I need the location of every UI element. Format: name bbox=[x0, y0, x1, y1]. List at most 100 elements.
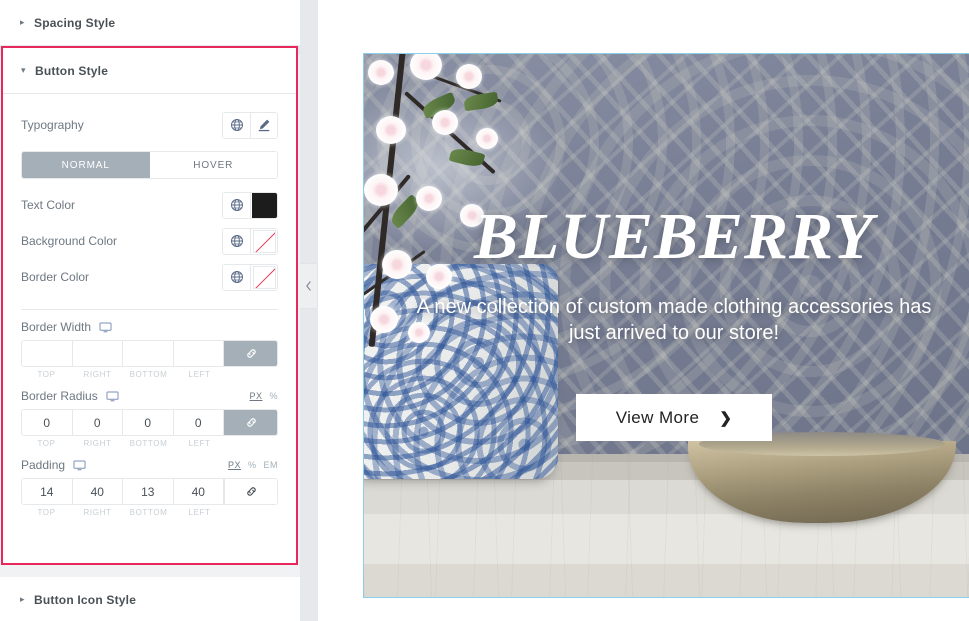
border-radius-top-input[interactable]: 0 bbox=[22, 410, 73, 435]
border-color-globe-button[interactable] bbox=[223, 264, 250, 290]
border-radius-link-button[interactable] bbox=[224, 410, 277, 435]
border-width-right-input[interactable] bbox=[72, 341, 123, 366]
border-width-bottom-input[interactable] bbox=[123, 341, 174, 366]
border-color-swatch-button[interactable] bbox=[250, 264, 277, 290]
link-icon bbox=[246, 418, 256, 427]
typography-buttons bbox=[222, 111, 278, 139]
background-color-swatch-button[interactable] bbox=[250, 228, 277, 254]
monitor-icon[interactable] bbox=[106, 390, 119, 403]
unit-percent[interactable]: % bbox=[269, 391, 278, 401]
tab-hover[interactable]: HOVER bbox=[149, 152, 277, 178]
hero-title: BLUEBERRY bbox=[473, 200, 875, 273]
border-width-inputs bbox=[21, 340, 278, 367]
section-spacing-style: ▸ Spacing Style bbox=[0, 0, 300, 46]
pencil-icon bbox=[258, 119, 270, 132]
empty-color-swatch bbox=[252, 229, 276, 253]
globe-icon bbox=[230, 199, 243, 211]
side-label-left: LEFT bbox=[188, 508, 211, 517]
monitor-icon[interactable] bbox=[99, 321, 112, 334]
chevron-left-icon bbox=[306, 281, 311, 291]
side-label-left: LEFT bbox=[188, 370, 211, 379]
link-icon bbox=[246, 349, 256, 358]
border-radius-inputs: 0 0 0 0 bbox=[21, 409, 278, 436]
padding-link-button[interactable] bbox=[224, 479, 277, 504]
view-more-button-label: View More bbox=[615, 408, 700, 427]
label-border-width-wrap: Border Width bbox=[21, 320, 112, 334]
padding-side-labels: TOP RIGHT BOTTOM LEFT bbox=[21, 508, 278, 517]
side-label-spacer bbox=[225, 508, 278, 517]
tab-normal[interactable]: NORMAL bbox=[22, 152, 150, 178]
background-color-buttons bbox=[222, 227, 278, 255]
chevron-right-icon: ▸ bbox=[20, 594, 25, 604]
state-tabs: NORMAL HOVER bbox=[21, 151, 278, 179]
padding-header: Padding PX % EM bbox=[21, 458, 278, 472]
section-header-button-style[interactable]: ▾ Button Style bbox=[3, 48, 296, 94]
typography-globe-button[interactable] bbox=[223, 112, 250, 138]
section-header-spacing-style[interactable]: ▸ Spacing Style bbox=[0, 0, 300, 45]
chevron-right-icon: ❯ bbox=[719, 410, 733, 427]
unit-percent[interactable]: % bbox=[248, 460, 257, 470]
section-button-icon-style: ▸ Button Icon Style bbox=[0, 577, 300, 621]
border-width-header: Border Width bbox=[21, 320, 278, 334]
control-border-color: Border Color bbox=[21, 259, 278, 295]
padding-bottom-input[interactable]: 13 bbox=[123, 479, 174, 504]
control-background-color: Background Color bbox=[21, 223, 278, 259]
section-title-button-icon-style: Button Icon Style bbox=[34, 592, 137, 607]
monitor-icon[interactable] bbox=[73, 459, 86, 472]
label-border-color: Border Color bbox=[21, 270, 90, 284]
unit-em[interactable]: EM bbox=[264, 460, 279, 470]
panel-collapse-handle[interactable] bbox=[300, 263, 318, 309]
hero-subtitle: A new collection of custom made clothing… bbox=[416, 296, 932, 345]
control-text-color: Text Color bbox=[21, 187, 278, 223]
section-title-spacing-style: Spacing Style bbox=[34, 15, 116, 30]
control-border-radius: Border Radius PX % 0 0 0 0 TOP RIGHT BOT… bbox=[21, 379, 278, 448]
padding-inputs: 14 40 13 40 bbox=[21, 478, 278, 505]
border-radius-header: Border Radius PX % bbox=[21, 389, 278, 403]
label-border-radius-wrap: Border Radius bbox=[21, 389, 119, 403]
border-color-buttons bbox=[222, 263, 278, 291]
empty-color-swatch bbox=[252, 265, 276, 289]
border-width-top-input[interactable] bbox=[22, 341, 73, 366]
border-radius-units: PX % bbox=[249, 391, 278, 401]
control-padding: Padding PX % EM 14 40 13 40 TOP RIGHT BO… bbox=[21, 448, 278, 517]
side-label-spacer bbox=[225, 439, 278, 448]
section-button-style: ▾ Button Style Typography NORMAL HOVER T… bbox=[1, 46, 298, 565]
typography-edit-button[interactable] bbox=[250, 112, 277, 138]
label-padding-wrap: Padding bbox=[21, 458, 86, 472]
side-label-spacer bbox=[225, 370, 278, 379]
side-label-right: RIGHT bbox=[83, 439, 112, 448]
hero-copy: BLUEBERRY A new collection of custom mad… bbox=[364, 204, 969, 347]
editor-root: ▸ Spacing Style ▾ Button Style Typograph… bbox=[0, 0, 969, 621]
label-border-width: Border Width bbox=[21, 320, 92, 334]
text-color-globe-button[interactable] bbox=[223, 192, 250, 218]
label-text-color: Text Color bbox=[21, 198, 76, 212]
preview-canvas: BLUEBERRY A new collection of custom mad… bbox=[318, 0, 969, 621]
border-width-side-labels: TOP RIGHT BOTTOM LEFT bbox=[21, 370, 278, 379]
border-radius-left-input[interactable]: 0 bbox=[173, 410, 224, 435]
hero-button-wrap: View More ❯ bbox=[364, 394, 969, 441]
border-radius-bottom-input[interactable]: 0 bbox=[123, 410, 174, 435]
padding-top-input[interactable]: 14 bbox=[22, 479, 73, 504]
hero-section[interactable]: BLUEBERRY A new collection of custom mad… bbox=[363, 53, 969, 598]
side-label-top: TOP bbox=[37, 370, 56, 379]
text-color-swatch-button[interactable] bbox=[250, 192, 277, 218]
border-width-link-button[interactable] bbox=[224, 341, 277, 366]
padding-right-input[interactable]: 40 bbox=[72, 479, 123, 504]
side-label-bottom: BOTTOM bbox=[129, 370, 168, 379]
side-label-right: RIGHT bbox=[83, 370, 112, 379]
globe-icon bbox=[230, 235, 243, 247]
side-label-right: RIGHT bbox=[83, 508, 112, 517]
unit-px[interactable]: PX bbox=[249, 391, 262, 401]
label-background-color: Background Color bbox=[21, 234, 118, 248]
padding-left-input[interactable]: 40 bbox=[173, 479, 224, 504]
border-width-left-input[interactable] bbox=[173, 341, 224, 366]
border-radius-right-input[interactable]: 0 bbox=[72, 410, 123, 435]
side-label-bottom: BOTTOM bbox=[129, 508, 168, 517]
section-title-button-style: Button Style bbox=[35, 63, 109, 78]
border-radius-side-labels: TOP RIGHT BOTTOM LEFT bbox=[21, 439, 278, 448]
unit-px[interactable]: PX bbox=[228, 460, 241, 470]
section-header-button-icon-style[interactable]: ▸ Button Icon Style bbox=[0, 577, 300, 621]
view-more-button[interactable]: View More ❯ bbox=[575, 394, 773, 441]
globe-icon bbox=[230, 119, 243, 131]
background-color-globe-button[interactable] bbox=[223, 228, 250, 254]
